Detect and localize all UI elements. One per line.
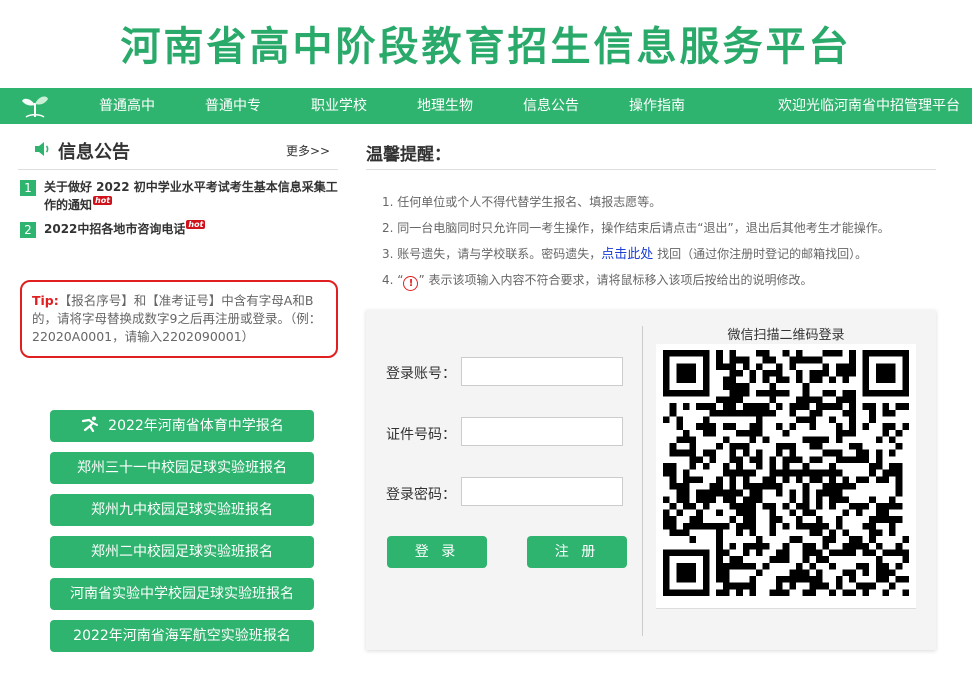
account-input[interactable] (461, 357, 623, 386)
reminder-item: 3. 账号遗失，请与学校联系。密码遗失，点击此处 找回（通过你注册时登记的邮箱找… (382, 246, 952, 272)
reminder-item: 1. 任何单位或个人不得代替学生报名、填报志愿等。 (382, 195, 662, 209)
speaker-icon (35, 142, 49, 156)
page: 河南省高中阶段教育招生信息服务平台 普通高中 普通中专 职业学校 地理生物 信息… (0, 0, 972, 677)
register-button[interactable]: 注 册 (527, 536, 627, 568)
nav-item-regular-high-school[interactable]: 普通高中 (99, 88, 155, 124)
zhengzhou-2-football-signup-button[interactable]: 郑州二中校园足球实验班报名 (50, 536, 314, 568)
reminder-text: 4. “ (382, 273, 404, 287)
hot-badge: hot (186, 220, 206, 229)
reminder-text: ” 表示该项输入内容不符合要求，请将鼠标移入该项后按给出的说明修改。 (418, 273, 813, 287)
id-number-input[interactable] (461, 417, 623, 446)
experimental-school-football-signup-button[interactable]: 河南省实验中学校园足球实验班报名 (50, 578, 314, 610)
reminder-text: 找回（通过你注册时登记的邮箱找回）。 (653, 247, 868, 261)
notice-number: 1 (20, 180, 36, 196)
reminder-title: 温馨提醒： (366, 145, 451, 165)
qr-title: 微信扫描二维码登录 (727, 328, 845, 343)
zhengzhou-9-football-signup-button[interactable]: 郑州九中校园足球实验班报名 (50, 494, 314, 526)
zhengzhou-31-football-signup-button[interactable]: 郑州三十一中校园足球实验班报名 (50, 452, 314, 484)
account-label: 登录账号： (386, 366, 456, 382)
nav-item-vocational-school[interactable]: 职业学校 (311, 88, 367, 124)
reminder-item: 2. 同一台电脑同时只允许同一考生操作，操作结束后请点击“退出”，退出后其他考生… (382, 221, 890, 235)
nav-item-announcements[interactable]: 信息公告 (523, 88, 579, 124)
list-item[interactable]: 1 关于做好 2022 初中学业水平考试考生基本信息采集工作的通知 hot (18, 178, 348, 214)
sprout-logo-icon (22, 96, 48, 118)
site-title: 河南省高中阶段教育招生信息服务平台 (120, 24, 852, 70)
tip-box: Tip:【报名序号】和【准考证号】中含有字母A和B的，请将字母替换成数字9之后再… (20, 280, 338, 358)
sports-school-signup-button[interactable]: 2022年河南省体育中学报名 (50, 410, 314, 442)
reminder-list: 1. 任何单位或个人不得代替学生报名、填报志愿等。 2. 同一台电脑同时只允许同… (382, 194, 952, 298)
notice-link[interactable]: 关于做好 2022 初中学业水平考试考生基本信息采集工作的通知 (44, 180, 338, 212)
notice-header: 信息公告 更多>> (18, 138, 338, 170)
qr-code-container (656, 344, 916, 609)
nav-item-guide[interactable]: 操作指南 (629, 88, 685, 124)
notice-more-link[interactable]: 更多>> (286, 142, 330, 159)
login-panel: 登录账号： 证件号码： 登录密码： 登 录 注 册 微信扫描二维码登录 (366, 310, 936, 650)
tip-label: Tip: (32, 293, 59, 308)
button-label: 2022年河南省体育中学报名 (108, 418, 284, 434)
reminder-text: 3. 账号遗失，请与学校联系。密码遗失， (382, 247, 602, 261)
notice-title: 信息公告 (58, 142, 130, 163)
nav-item-geography-biology[interactable]: 地理生物 (417, 88, 473, 124)
reminder-item: 4. “!” 表示该项输入内容不符合要求，请将鼠标移入该项后按给出的说明修改。 (382, 272, 952, 298)
recover-password-link[interactable]: 点击此处 (601, 247, 653, 262)
wechat-qr-code-icon[interactable] (663, 350, 909, 596)
nav-welcome-text: 欢迎光临河南省中招管理平台 (778, 98, 960, 114)
notice-number: 2 (20, 222, 36, 238)
hot-badge: hot (93, 196, 113, 205)
runner-icon (82, 416, 99, 432)
id-number-label: 证件号码： (386, 427, 456, 443)
panel-divider (642, 326, 643, 636)
tip-text: 【报名序号】和【准考证号】中含有字母A和B的，请将字母替换成数字9之后再注册或登… (32, 293, 322, 344)
error-icon: ! (403, 276, 419, 291)
nav-bar: 普通高中 普通中专 职业学校 地理生物 信息公告 操作指南 欢迎光临河南省中招管… (0, 88, 972, 124)
list-item[interactable]: 2 2022中招各地市咨询电话 hot (18, 220, 348, 238)
nav-item-secondary-vocational[interactable]: 普通中专 (205, 88, 261, 124)
notice-link[interactable]: 2022中招各地市咨询电话 (44, 222, 185, 236)
navy-aviation-class-signup-button[interactable]: 2022年河南省海军航空实验班报名 (50, 620, 314, 652)
divider (366, 169, 936, 170)
login-button[interactable]: 登 录 (387, 536, 487, 568)
notice-list: 1 关于做好 2022 初中学业水平考试考生基本信息采集工作的通知 hot 2 2… (18, 178, 348, 244)
password-label: 登录密码： (386, 487, 456, 503)
password-input[interactable] (461, 477, 623, 506)
